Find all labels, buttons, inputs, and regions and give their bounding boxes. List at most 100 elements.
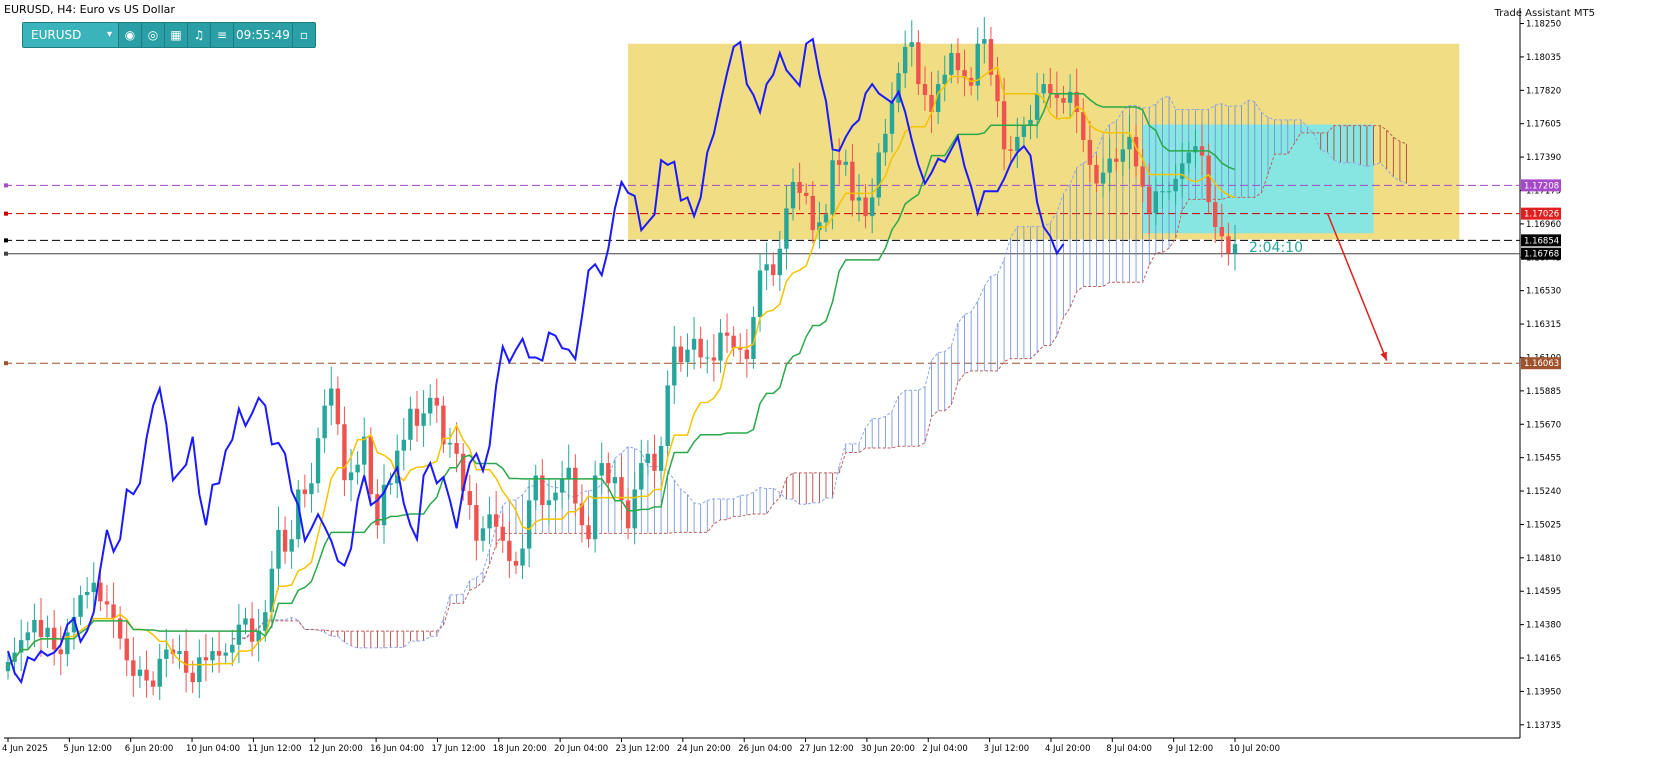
candle-body [243, 618, 248, 625]
candle-body [362, 436, 367, 465]
candle-body [1160, 191, 1165, 193]
y-tick-label: 1.14595 [1526, 587, 1561, 597]
candle-body [922, 84, 928, 95]
candle-body [566, 467, 571, 479]
level-marker [4, 361, 8, 366]
candle-body [236, 624, 242, 645]
candle-body [183, 651, 189, 673]
candle-body [850, 161, 855, 201]
candle-body [1166, 191, 1172, 193]
candle-body [995, 74, 1000, 102]
candle-body [78, 595, 83, 617]
candle-body [454, 442, 459, 454]
candle-body [210, 651, 215, 661]
x-tick-label: 12 Jun 20:00 [309, 744, 363, 754]
candle-body [830, 160, 835, 215]
level-marker [4, 211, 8, 216]
candle-body [1206, 155, 1211, 203]
projection-arrow-head [1380, 351, 1387, 361]
candle-body [606, 463, 611, 484]
level-marker [4, 251, 8, 256]
candle-body [137, 669, 143, 676]
candle-body [487, 514, 492, 529]
x-tick-label: 10 Jun 04:00 [186, 744, 240, 754]
candle-body [1213, 202, 1218, 227]
candle-body [177, 651, 182, 655]
candle-body [856, 197, 862, 201]
candle-body [546, 500, 552, 506]
candle-body [302, 489, 308, 495]
candle-body [777, 248, 783, 276]
x-tick-label: 24 Jun 20:00 [677, 744, 731, 754]
candle-body [368, 436, 374, 495]
y-tick-label: 1.13735 [1526, 721, 1561, 731]
y-tick-label: 1.13950 [1526, 687, 1561, 697]
candle-body [408, 408, 413, 440]
candle-body [32, 619, 37, 633]
candle-body [124, 638, 129, 661]
candle-body [474, 505, 479, 541]
candle-body [414, 408, 420, 426]
candle-body [329, 388, 334, 406]
candle-body [685, 349, 690, 363]
level-marker [4, 183, 8, 188]
candle-body [447, 442, 453, 445]
x-tick-label: 23 Jun 12:00 [616, 744, 670, 754]
candle-body [520, 548, 525, 566]
candle-body [916, 42, 921, 85]
candle-body [632, 489, 637, 529]
candle-body [1232, 244, 1238, 254]
candle-body [982, 39, 987, 44]
x-tick-label: 27 Jun 12:00 [800, 744, 854, 754]
candle-body [902, 46, 908, 74]
candle-body [335, 388, 341, 425]
candle-body [111, 604, 116, 619]
candle-body [949, 53, 954, 75]
candle-body [1015, 136, 1020, 151]
candle-body [45, 627, 50, 638]
candle-body [355, 464, 360, 473]
candle-body [625, 500, 631, 529]
candle-body [84, 592, 90, 596]
candle-body [711, 357, 717, 361]
candle-body [203, 657, 209, 661]
candle-body [869, 197, 875, 217]
price-chart[interactable]: 1.182501.180351.178201.176051.173901.171… [0, 0, 1675, 757]
candle-body [639, 463, 644, 490]
candle-body [427, 397, 433, 414]
y-tick-label: 1.15455 [1526, 454, 1561, 464]
candle-body [823, 214, 829, 223]
candle-body [738, 348, 743, 350]
x-tick-label: 17 Jun 12:00 [431, 744, 485, 754]
candle-body [658, 446, 664, 471]
x-tick-label: 20 Jun 04:00 [554, 744, 608, 754]
candle-body [804, 192, 809, 196]
candle-body [467, 491, 472, 506]
candle-body [797, 181, 802, 193]
candle-body [540, 475, 545, 506]
x-tick-label: 8 Jul 04:00 [1106, 744, 1152, 754]
candle-body [1147, 186, 1152, 214]
candle-body [1226, 236, 1231, 254]
y-tick-label: 1.14380 [1526, 621, 1561, 631]
x-tick-label: 5 Jun 12:00 [63, 744, 112, 754]
candle-body [784, 208, 789, 249]
candle-body [1008, 149, 1013, 151]
candle-body [1219, 227, 1225, 237]
y-tick-label: 1.14810 [1526, 554, 1561, 564]
candle-body [883, 133, 888, 153]
candle-body [1173, 178, 1178, 192]
candle-body [724, 332, 730, 336]
candle-body [592, 475, 598, 540]
candle-body [771, 264, 776, 276]
y-tick-label: 1.18250 [1526, 20, 1561, 30]
x-tick-label: 4 Jul 20:00 [1045, 744, 1091, 754]
candle-body [573, 467, 578, 504]
candle-body [401, 439, 407, 451]
candle-body [559, 478, 565, 493]
y-tick-label: 1.14165 [1526, 654, 1561, 664]
candle-body [58, 649, 63, 655]
candle-body [513, 560, 519, 566]
candle-body [1100, 172, 1106, 184]
candle-body [691, 338, 697, 350]
